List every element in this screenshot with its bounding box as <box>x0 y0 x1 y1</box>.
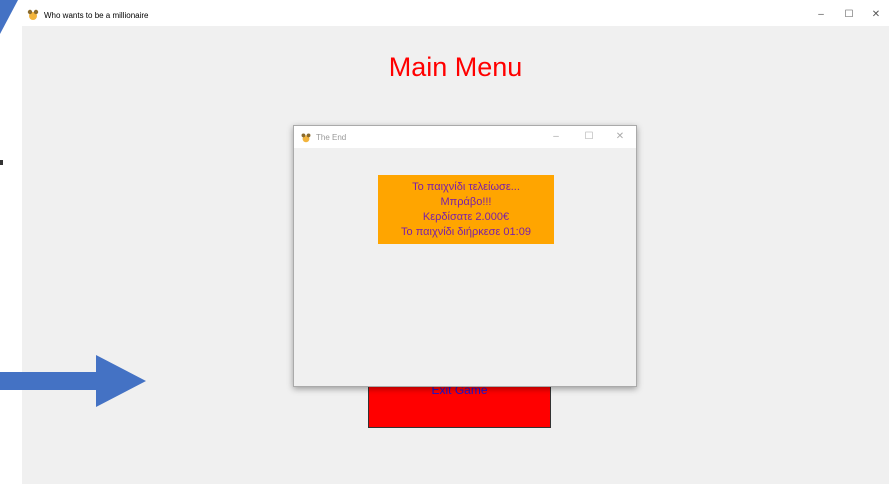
bravo-line: Μπράβο!!! <box>440 195 492 208</box>
app-icon <box>26 8 40 22</box>
minimize-icon[interactable]: – <box>540 126 572 148</box>
maximize-icon[interactable]: ☐ <box>836 4 862 26</box>
winnings-line: Κερδίσατε 2.000€ <box>422 210 510 223</box>
main-menu-heading: Main Menu <box>388 52 523 82</box>
maximize-icon[interactable]: ☐ <box>573 126 605 148</box>
result-message-box: Το παιχνίδι τελείωσε... Μπράβο!!! Κερδίσ… <box>378 175 554 244</box>
corner-decoration <box>0 0 18 34</box>
end-dialog: The End – ☐ ✕ Το παιχνίδι τελείωσε... Μπ… <box>293 125 637 387</box>
duration-line: Το παιχνίδι διήρκεσε 01:09 <box>401 225 531 238</box>
close-icon[interactable]: ✕ <box>863 4 889 26</box>
close-icon[interactable]: ✕ <box>604 126 636 148</box>
arrow-icon <box>0 355 146 407</box>
exit-game-button[interactable]: Exit Game <box>368 380 551 428</box>
app-icon <box>300 131 312 143</box>
dialog-titlebar: The End – ☐ ✕ <box>294 126 636 148</box>
game-over-line: Το παιχνίδι τελείωσε... <box>412 180 520 193</box>
main-titlebar: Who wants to be a millionaire – ☐ ✕ <box>22 4 889 26</box>
slide-background-strip <box>0 0 22 484</box>
dialog-title: The End <box>316 132 347 142</box>
main-window-title: Who wants to be a millionaire <box>44 10 149 20</box>
edge-mark <box>0 160 3 165</box>
minimize-icon[interactable]: – <box>808 4 834 26</box>
